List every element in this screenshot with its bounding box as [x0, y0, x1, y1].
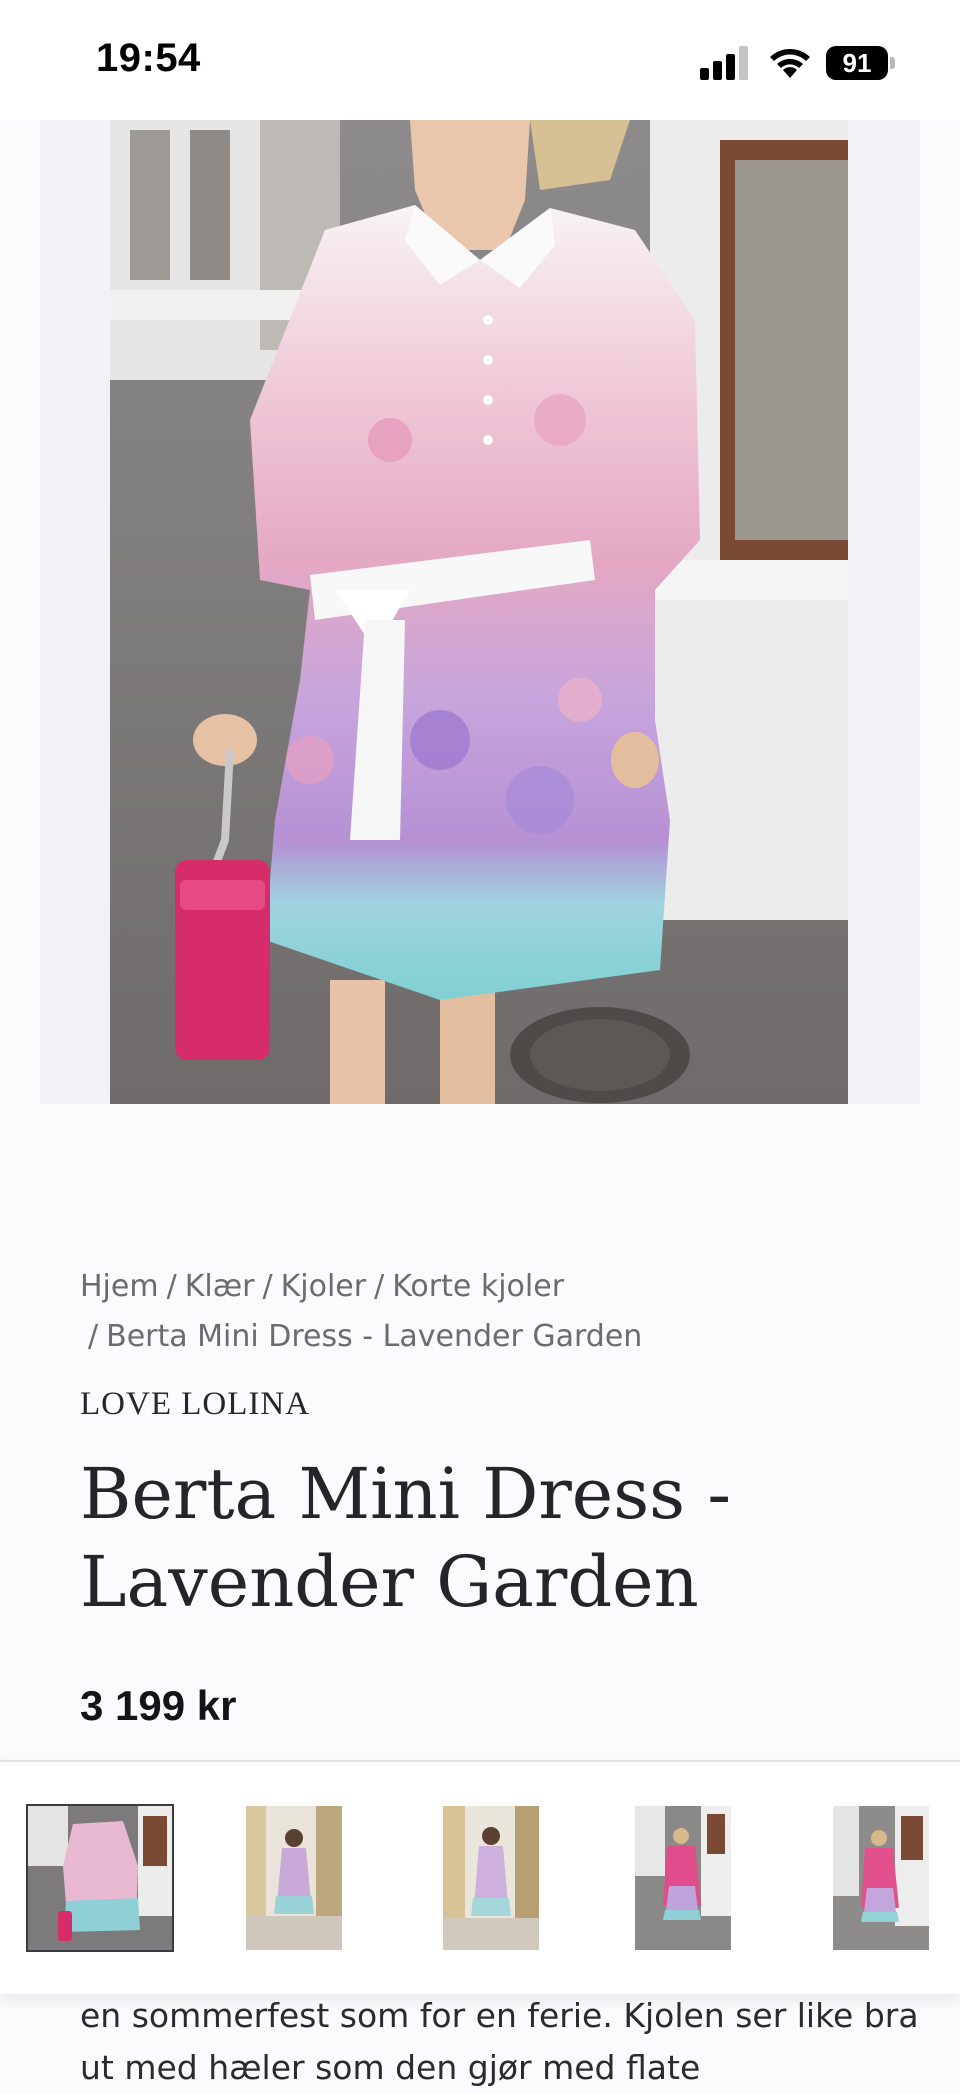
battery-cap: [890, 57, 895, 69]
breadcrumb-separator: /: [166, 1269, 177, 1304]
product-brand[interactable]: LOVE LOLINA: [80, 1386, 310, 1423]
breadcrumb-separator: /: [262, 1269, 273, 1304]
product-main-image[interactable]: [110, 120, 848, 1104]
product-title: Berta Mini Dress - Lavender Garden: [80, 1453, 731, 1623]
status-time: 19:54: [96, 36, 201, 80]
gallery-thumbnail-5[interactable]: [833, 1806, 929, 1950]
product-price: 3 199 kr: [80, 1682, 237, 1729]
cellular-signal-icon: [700, 46, 748, 80]
battery-icon: 91: [826, 46, 896, 80]
gallery-thumbnail-4[interactable]: [635, 1806, 731, 1950]
breadcrumb-link-home[interactable]: Hjem: [80, 1269, 159, 1304]
wifi-icon: [770, 49, 810, 78]
gallery-thumbnail-1[interactable]: [26, 1804, 174, 1952]
breadcrumb-link-short-dresses[interactable]: Korte kjoler: [392, 1269, 564, 1304]
product-description: en sommerfest som for en ferie. Kjolen s…: [80, 1996, 919, 2087]
breadcrumb-separator: /: [374, 1269, 385, 1304]
breadcrumb-current: Berta Mini Dress - Lavender Garden: [106, 1319, 643, 1354]
breadcrumb-separator: /: [88, 1319, 99, 1354]
gallery-thumbnail-strip: [0, 1760, 960, 1994]
breadcrumb-link-clothes[interactable]: Klær: [185, 1269, 255, 1304]
breadcrumb-link-dresses[interactable]: Kjoler: [281, 1269, 367, 1304]
breadcrumb: Hjem / Klær / Kjoler / Korte kjoler / Berta Min…: [80, 1262, 880, 1362]
battery-level: 91: [826, 46, 888, 80]
status-bar: 19:54 91: [0, 0, 960, 120]
gallery-thumbnail-3[interactable]: [443, 1806, 539, 1950]
gallery-thumbnail-2[interactable]: [246, 1806, 342, 1950]
